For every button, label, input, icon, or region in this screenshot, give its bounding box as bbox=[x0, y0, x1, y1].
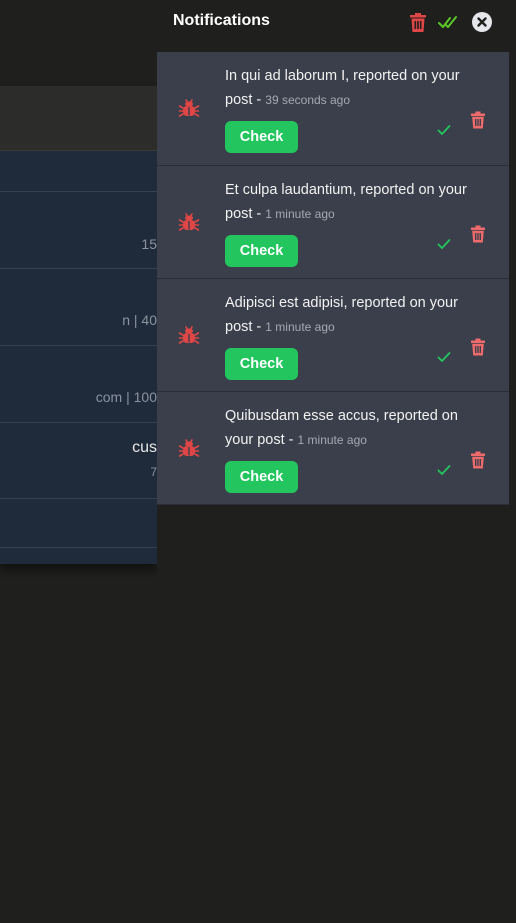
notification-message: Adipisci est adipisi, reported on your p… bbox=[225, 291, 475, 339]
background-row-detail: com | 100 bbox=[95, 389, 157, 405]
double-check-icon bbox=[438, 16, 457, 28]
check-button[interactable]: Check bbox=[225, 121, 298, 153]
notification-text: Adipisci est adipisi, reported on your p… bbox=[225, 295, 458, 335]
close-circle-icon bbox=[472, 12, 492, 32]
notification-item: Et culpa laudantium, reported on your po… bbox=[157, 166, 509, 279]
notification-message: Et culpa laudantium, reported on your po… bbox=[225, 178, 475, 226]
background-row[interactable]: n | 40 bbox=[0, 269, 157, 346]
notification-time: 1 minute ago bbox=[297, 433, 367, 447]
background-row[interactable]: cus 7 bbox=[0, 423, 157, 499]
background-topbar bbox=[0, 0, 157, 84]
background-row bbox=[0, 499, 157, 548]
bug-icon bbox=[178, 99, 200, 117]
notification-time: 1 minute ago bbox=[265, 207, 335, 221]
notification-message: In qui ad laborum I, reported on your po… bbox=[225, 64, 475, 112]
background-modal: 15 n | 40 com | 100 cus 7 bbox=[0, 86, 157, 564]
mark-all-read-button[interactable] bbox=[438, 11, 460, 33]
background-row-detail: 7 bbox=[150, 465, 157, 479]
bug-icon bbox=[178, 439, 200, 457]
notification-item: Adipisci est adipisi, reported on your p… bbox=[157, 279, 509, 392]
notifications-panel: Notifications In qui ad laborum I, repor… bbox=[157, 0, 516, 923]
check-icon[interactable] bbox=[436, 349, 452, 365]
background-row[interactable]: com | 100 bbox=[0, 346, 157, 423]
background-table-header bbox=[0, 150, 157, 192]
notification-time: 39 seconds ago bbox=[265, 93, 351, 107]
background-row-detail: n | 40 bbox=[122, 312, 157, 328]
notifications-header: Notifications bbox=[157, 0, 516, 52]
check-icon[interactable] bbox=[436, 122, 452, 138]
delete-icon[interactable] bbox=[470, 451, 486, 469]
delete-icon[interactable] bbox=[470, 225, 486, 243]
notification-time: 1 minute ago bbox=[265, 320, 335, 334]
notification-text: Et culpa laudantium, reported on your po… bbox=[225, 182, 467, 222]
close-button[interactable] bbox=[471, 11, 493, 33]
delete-icon[interactable] bbox=[470, 338, 486, 356]
notification-item: Quibusdam esse accus, reported on your p… bbox=[157, 392, 509, 505]
trash-icon bbox=[410, 13, 426, 32]
check-button[interactable]: Check bbox=[225, 461, 298, 493]
background-row-name: cus bbox=[132, 439, 157, 456]
check-button[interactable]: Check bbox=[225, 235, 298, 267]
notifications-title: Notifications bbox=[173, 12, 270, 29]
bug-icon bbox=[178, 213, 200, 231]
notification-item: In qui ad laborum I, reported on your po… bbox=[157, 52, 509, 166]
bug-icon bbox=[178, 326, 200, 344]
clear-all-button[interactable] bbox=[407, 11, 429, 33]
check-button[interactable]: Check bbox=[225, 348, 298, 380]
delete-icon[interactable] bbox=[470, 111, 486, 129]
notifications-list: In qui ad laborum I, reported on your po… bbox=[157, 52, 509, 505]
check-icon[interactable] bbox=[436, 236, 452, 252]
check-icon[interactable] bbox=[436, 462, 452, 478]
background-row-detail: 15 bbox=[141, 236, 157, 252]
background-row[interactable]: 15 bbox=[0, 192, 157, 269]
background-modal-header bbox=[0, 86, 157, 151]
notification-message: Quibusdam esse accus, reported on your p… bbox=[225, 404, 475, 452]
